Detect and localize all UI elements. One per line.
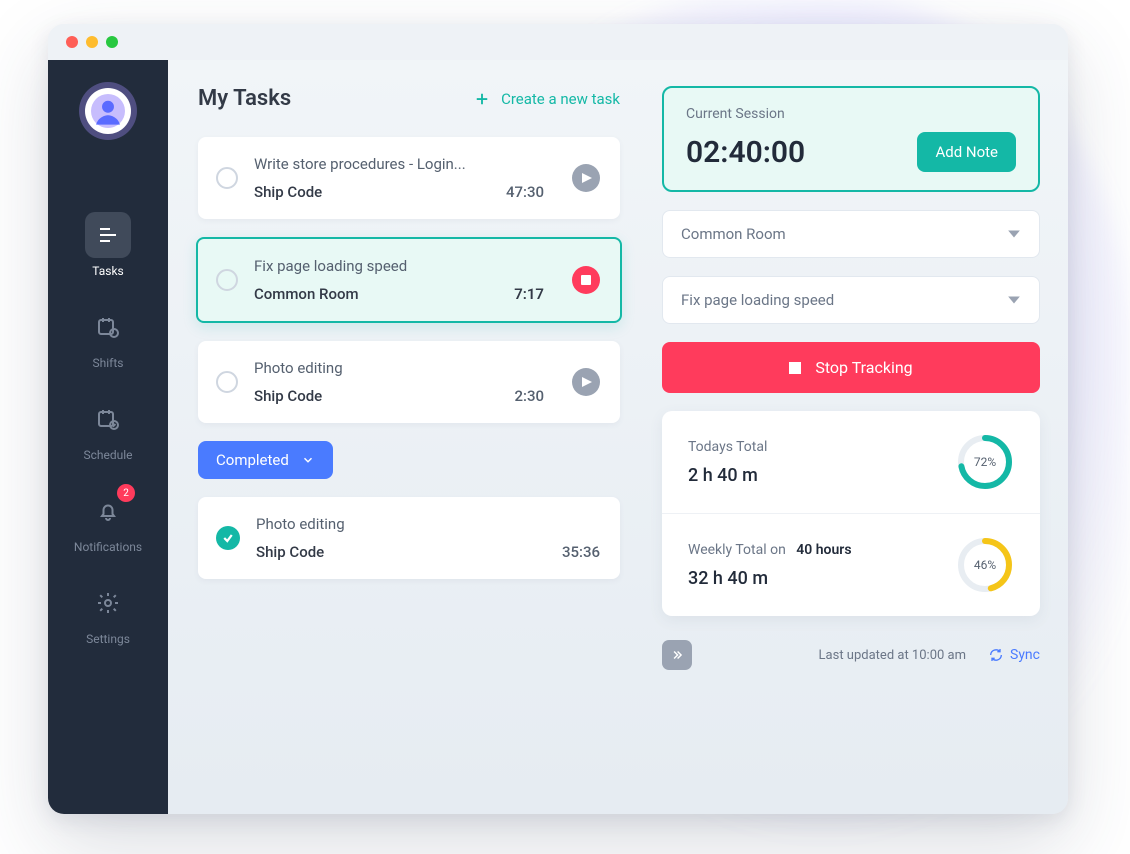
task-time: 2:30 bbox=[514, 387, 544, 405]
page-title: My Tasks bbox=[198, 86, 291, 111]
chevrons-right-icon bbox=[670, 648, 684, 662]
sidebar-item-schedule[interactable]: Schedule bbox=[83, 396, 132, 462]
task-project: Ship Code bbox=[256, 543, 324, 561]
notification-badge: 2 bbox=[117, 484, 135, 502]
task-card-active[interactable]: Fix page loading speed Common Room 7:17 bbox=[196, 237, 622, 323]
task-time: 7:17 bbox=[514, 285, 544, 303]
task-project: Ship Code bbox=[254, 387, 322, 405]
shifts-icon bbox=[96, 315, 120, 339]
avatar-icon bbox=[91, 94, 125, 128]
sidebar-item-label: Shifts bbox=[93, 356, 124, 370]
last-updated: Last updated at 10:00 am bbox=[819, 648, 966, 663]
task-project: Common Room bbox=[254, 285, 359, 303]
task-complete-toggle[interactable] bbox=[216, 371, 238, 393]
play-icon bbox=[582, 377, 592, 387]
footer: Last updated at 10:00 am Sync bbox=[662, 634, 1040, 670]
tracker-column: Current Session 02:40:00 Add Note Common… bbox=[648, 60, 1068, 814]
task-complete-toggle[interactable] bbox=[216, 269, 238, 291]
task-select-value: Fix page loading speed bbox=[681, 291, 834, 309]
sync-button[interactable]: Sync bbox=[988, 647, 1040, 663]
session-label: Current Session bbox=[686, 106, 1016, 122]
today-progress-ring: 72% bbox=[956, 433, 1014, 491]
add-note-button[interactable]: Add Note bbox=[917, 132, 1016, 172]
chevron-down-icon bbox=[301, 453, 315, 467]
sidebar: Tasks Shifts bbox=[48, 60, 168, 814]
today-total-value: 2 h 40 m bbox=[688, 465, 767, 486]
sidebar-item-label: Tasks bbox=[92, 264, 124, 278]
task-title: Photo editing bbox=[256, 515, 600, 533]
weekly-progress-pct: 46% bbox=[956, 536, 1014, 594]
weekly-total-row: Weekly Total on 40 hours 32 h 40 m 46% bbox=[662, 513, 1040, 616]
task-card[interactable]: Photo editing Ship Code 2:30 bbox=[198, 341, 620, 423]
today-progress-pct: 72% bbox=[956, 433, 1014, 491]
play-icon bbox=[582, 173, 592, 183]
tasks-column: My Tasks Create a new task Write store p… bbox=[168, 60, 648, 814]
task-title: Photo editing bbox=[254, 359, 544, 377]
create-task-button[interactable]: Create a new task bbox=[473, 90, 620, 108]
close-window-icon[interactable] bbox=[66, 36, 78, 48]
chevron-down-icon bbox=[1007, 227, 1021, 241]
current-session-box: Current Session 02:40:00 Add Note bbox=[662, 86, 1040, 192]
completed-label: Completed bbox=[216, 451, 289, 469]
stop-tracking-label: Stop Tracking bbox=[815, 358, 912, 377]
sidebar-item-label: Notifications bbox=[74, 540, 142, 554]
titlebar bbox=[48, 24, 1068, 60]
task-card-completed[interactable]: Photo editing Ship Code 35:36 bbox=[198, 497, 620, 579]
plus-icon bbox=[473, 90, 491, 108]
collapse-button[interactable] bbox=[662, 640, 692, 670]
sidebar-item-settings[interactable]: Settings bbox=[85, 580, 131, 646]
stop-button[interactable] bbox=[572, 266, 600, 294]
chevron-down-icon bbox=[1007, 293, 1021, 307]
avatar[interactable] bbox=[85, 88, 131, 134]
sync-label: Sync bbox=[1010, 647, 1040, 663]
project-select[interactable]: Common Room bbox=[662, 210, 1040, 258]
sidebar-item-shifts[interactable]: Shifts bbox=[85, 304, 131, 370]
window-body: Tasks Shifts bbox=[48, 60, 1068, 814]
task-project: Ship Code bbox=[254, 183, 322, 201]
today-total-label: Todays Total bbox=[688, 439, 767, 455]
task-card[interactable]: Write store procedures - Login... Ship C… bbox=[198, 137, 620, 219]
task-time: 47:30 bbox=[506, 183, 544, 201]
totals-panel: Todays Total 2 h 40 m 72% bbox=[662, 411, 1040, 616]
minimize-window-icon[interactable] bbox=[86, 36, 98, 48]
sidebar-item-label: Schedule bbox=[83, 448, 132, 462]
stop-icon bbox=[789, 362, 801, 374]
today-total-row: Todays Total 2 h 40 m 72% bbox=[662, 411, 1040, 513]
create-task-label: Create a new task bbox=[501, 90, 620, 108]
weekly-total-value: 32 h 40 m bbox=[688, 568, 852, 589]
bell-icon bbox=[96, 499, 120, 523]
completed-toggle[interactable]: Completed bbox=[198, 441, 333, 479]
stop-tracking-button[interactable]: Stop Tracking bbox=[662, 342, 1040, 393]
sync-icon bbox=[988, 647, 1004, 663]
session-time: 02:40:00 bbox=[686, 135, 805, 170]
project-select-value: Common Room bbox=[681, 225, 786, 243]
task-complete-toggle[interactable] bbox=[216, 167, 238, 189]
task-title: Write store procedures - Login... bbox=[254, 155, 544, 173]
weekly-progress-ring: 46% bbox=[956, 536, 1014, 594]
check-icon bbox=[222, 532, 234, 544]
sidebar-item-label: Settings bbox=[86, 632, 130, 646]
maximize-window-icon[interactable] bbox=[106, 36, 118, 48]
task-time: 35:36 bbox=[562, 543, 600, 561]
play-button[interactable] bbox=[572, 164, 600, 192]
tasks-icon bbox=[96, 223, 120, 247]
play-button[interactable] bbox=[572, 368, 600, 396]
sidebar-item-notifications[interactable]: 2 Notifications bbox=[74, 488, 142, 554]
content: My Tasks Create a new task Write store p… bbox=[168, 60, 1068, 814]
schedule-icon bbox=[96, 407, 120, 431]
sidebar-item-tasks[interactable]: Tasks bbox=[85, 212, 131, 278]
app-window: Tasks Shifts bbox=[48, 24, 1068, 814]
task-title: Fix page loading speed bbox=[254, 257, 544, 275]
gear-icon bbox=[96, 591, 120, 615]
task-complete-check[interactable] bbox=[216, 526, 240, 550]
stop-icon bbox=[581, 275, 591, 285]
task-select[interactable]: Fix page loading speed bbox=[662, 276, 1040, 324]
weekly-total-label: Weekly Total on 40 hours bbox=[688, 542, 852, 558]
